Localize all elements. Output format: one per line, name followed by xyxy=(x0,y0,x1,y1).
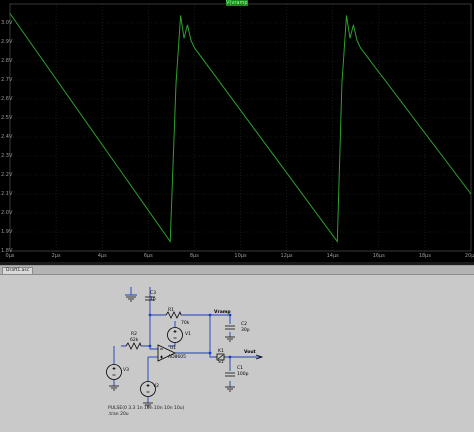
schematic-pane[interactable]: Draft1.asc C3 1p R1 70k Vramp C2 30p V1 … xyxy=(0,265,474,432)
net-label-vout[interactable]: Vout xyxy=(244,350,256,355)
wire-junction xyxy=(228,355,232,359)
v3-name-label: V3 xyxy=(123,368,129,373)
x-tick-label: 0µs xyxy=(5,253,15,259)
x-tick-label: 2µs xyxy=(51,253,61,259)
y-tick-label: 2.8V xyxy=(1,58,13,64)
capacitor-c2[interactable] xyxy=(225,325,235,330)
ground-icon xyxy=(225,386,235,392)
y-tick-label: 2.5V xyxy=(1,115,13,121)
net-label-vramp[interactable]: Vramp xyxy=(214,310,231,315)
y-tick-label: 2.1V xyxy=(1,191,13,197)
c1-value-label: 100p xyxy=(237,372,249,377)
x-tick-label: 18µs xyxy=(418,253,431,259)
x-tick-label: 16µs xyxy=(372,253,385,259)
x-tick-label: 6µs xyxy=(143,253,153,259)
ground-icon xyxy=(225,336,235,342)
voltage-source-v1[interactable] xyxy=(167,327,183,343)
c1-name-label: C1 xyxy=(237,366,244,371)
y-tick-label: 2.7V xyxy=(1,77,13,83)
ground-icon xyxy=(109,385,119,391)
x-tick-label: 20µs xyxy=(464,253,474,259)
y-tick-label: 2.4V xyxy=(1,134,13,140)
c2-name-label: C2 xyxy=(241,322,248,327)
ground-icon xyxy=(126,296,136,302)
u1-value-label: AD8605 xyxy=(168,355,186,360)
schematic-tab-strip: Draft1.asc xyxy=(0,266,474,275)
y-tick-label: 2.9V xyxy=(1,39,13,45)
pulse-directive[interactable]: PULSE(0 3.3 1n 10n 10n 10n 10u) xyxy=(108,406,184,411)
x-tick-label: 14µs xyxy=(326,253,339,259)
y-tick-label: 2.3V xyxy=(1,153,13,159)
wire-junction xyxy=(208,313,212,317)
v2-name-label: V2 xyxy=(153,384,159,389)
x-tick-label: 10µs xyxy=(234,253,247,259)
waveform-plot[interactable] xyxy=(0,0,474,262)
voltage-source-v3[interactable] xyxy=(106,364,122,380)
x-tick-label: 8µs xyxy=(189,253,199,259)
r1-name-label: R1 xyxy=(168,308,174,313)
r2-value-label: 62k xyxy=(130,338,139,343)
v1-name-label: V1 xyxy=(185,332,191,337)
tran-directive[interactable]: .tran 20u xyxy=(108,412,129,417)
s1-name-label: S1 xyxy=(218,360,224,365)
capacitor-c1[interactable] xyxy=(225,372,235,377)
s1-prefix-label: K1 xyxy=(218,349,224,354)
trace-name-label[interactable]: V(vramp) xyxy=(226,0,248,6)
schematic-canvas[interactable] xyxy=(0,275,474,432)
wire-junction xyxy=(148,344,152,348)
c3-name-label: C3 xyxy=(150,291,157,296)
waveform-plot-pane[interactable]: V(vramp) 3.0V 2.9V 2.8V 2.7V 2.6V 2.5V 2.4V 2.3… xyxy=(0,0,474,262)
c3-value-label: 1p xyxy=(150,297,156,302)
x-tick-label: 12µs xyxy=(280,253,293,259)
wire-junction xyxy=(208,351,212,355)
wire-junction xyxy=(148,313,152,317)
y-tick-label: 3.0V xyxy=(1,20,13,26)
r1-value-label: 70k xyxy=(181,321,190,326)
y-tick-label: 2.2V xyxy=(1,172,13,178)
r2-name-label: R2 xyxy=(131,332,137,337)
x-tick-label: 4µs xyxy=(97,253,107,259)
u1-name-label: U1 xyxy=(170,346,177,351)
y-tick-label: 2.0V xyxy=(1,210,13,216)
resistor-r2[interactable] xyxy=(125,341,142,350)
c2-value-label: 30p xyxy=(241,328,250,333)
y-tick-label: 1.9V xyxy=(1,229,13,235)
wire[interactable] xyxy=(125,287,137,296)
tab-schematic[interactable]: Draft1.asc xyxy=(2,267,34,274)
wire[interactable] xyxy=(149,315,158,350)
y-tick-label: 2.6V xyxy=(1,96,13,102)
plot-grid xyxy=(9,4,472,252)
